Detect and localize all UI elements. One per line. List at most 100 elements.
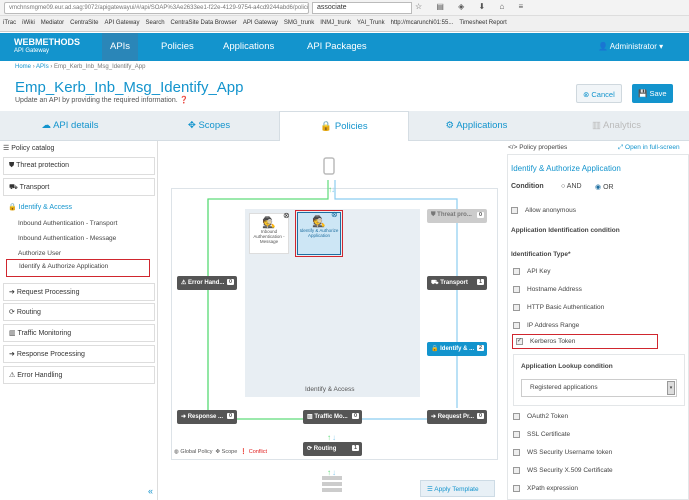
collapse-icon[interactable]: «: [148, 486, 153, 496]
tab-label: API details: [53, 120, 99, 131]
checkbox[interactable]: [513, 467, 520, 474]
browser-search-input[interactable]: associate: [312, 2, 412, 14]
id-type-api-key[interactable]: API Key: [513, 268, 550, 275]
catalog-error-handling[interactable]: ⚠ Error Handling: [3, 366, 155, 384]
item-label: Request Processing: [16, 289, 80, 296]
checkbox[interactable]: [513, 413, 520, 420]
tab-label: Scopes: [198, 120, 231, 131]
catalog-threat-protection[interactable]: ⛊ Threat protection: [3, 157, 155, 175]
tab-scopes[interactable]: ✥ Scopes: [140, 111, 278, 141]
svg-text:↓: ↓: [332, 468, 336, 477]
checkbox-checked[interactable]: ✓: [516, 338, 523, 345]
bookmark[interactable]: CentraSite Data Browser: [171, 20, 237, 26]
bookmark[interactable]: Mediator: [41, 20, 64, 26]
checkbox[interactable]: [513, 286, 520, 293]
fullscreen-link[interactable]: ⤢ Open in full-screen: [618, 144, 680, 152]
save-label: Save: [649, 89, 667, 98]
apply-template-button[interactable]: ☰ Apply Template: [420, 480, 495, 497]
checkbox[interactable]: [513, 449, 520, 456]
allow-anonymous-checkbox[interactable]: Allow anonymous: [511, 207, 576, 214]
tab-applications[interactable]: ⚙ Applications: [409, 111, 544, 141]
checkbox[interactable]: [513, 431, 520, 438]
catalog-traffic-monitoring[interactable]: ▥ Traffic Monitoring: [3, 324, 155, 342]
stage-transport[interactable]: ⛟ Transport 1: [427, 276, 487, 290]
id-type-ip-range[interactable]: IP Address Range: [513, 322, 579, 329]
bookmark[interactable]: INMJ_trunk: [320, 20, 351, 26]
save-button[interactable]: 💾 Save: [632, 84, 673, 103]
checkbox[interactable]: [513, 485, 520, 492]
tab-policies[interactable]: 🔒 Policies: [279, 111, 409, 141]
stage-error-handling[interactable]: ⚠ Error Hand... 0: [177, 276, 237, 290]
id-type-http-basic[interactable]: HTTP Basic Authentication: [513, 304, 604, 311]
id-type-ws-username[interactable]: WS Security Username token: [513, 449, 612, 456]
nav-policies[interactable]: Policies: [153, 33, 202, 61]
tab-analytics[interactable]: ▥ Analytics: [544, 111, 689, 141]
svg-text:↑: ↑: [327, 468, 331, 477]
lookup-label: Application Lookup condition: [521, 363, 613, 370]
tab-label: Applications: [456, 120, 508, 131]
breadcrumb-apis[interactable]: APIs: [36, 64, 49, 70]
chevron-down-icon[interactable]: ▾: [667, 381, 675, 395]
id-type-xpath[interactable]: XPath expression: [513, 485, 578, 492]
chart-icon: ▥: [591, 120, 601, 131]
stage-request-processing[interactable]: ➔ Request Pr... 0: [427, 410, 487, 424]
bookmark[interactable]: CentraSite: [70, 20, 98, 26]
checkbox[interactable]: [513, 322, 520, 329]
bookmark[interactable]: iWiki: [22, 20, 35, 26]
stage-label: Identify & Access: [305, 386, 355, 393]
help-icon[interactable]: ❓: [180, 97, 189, 104]
user-menu[interactable]: 👤 Administrator ▾: [590, 33, 671, 61]
catalog-transport[interactable]: ⛟ Transport: [3, 178, 155, 196]
condition-or-radio[interactable]: ◉ OR: [595, 183, 614, 191]
catalog-request-processing[interactable]: ➔ Request Processing: [3, 283, 155, 301]
stage-identify-access[interactable]: 🔒 Identify & ... 2: [427, 342, 487, 356]
nav-apis[interactable]: APIs: [102, 33, 139, 61]
id-type-oauth2[interactable]: OAuth2 Token: [513, 413, 568, 420]
policy-catalog: ☰ Policy catalog ⛊ Threat protection ⛟ T…: [0, 141, 158, 500]
id-type-ssl[interactable]: SSL Certificate: [513, 431, 570, 438]
url-bar[interactable]: vmchnsmgme09.eur.ad.sag:9072/apigatewayu…: [4, 2, 309, 14]
nav-applications[interactable]: Applications: [215, 33, 282, 61]
stage-traffic-monitoring[interactable]: ▥ Traffic Mo... 0: [303, 410, 362, 424]
remove-icon[interactable]: ⊗: [331, 210, 338, 219]
lookup-select[interactable]: Registered applications ▾: [521, 379, 677, 397]
checkbox[interactable]: [513, 304, 520, 311]
bookmark[interactable]: iTrac: [3, 20, 16, 26]
catalog-sub-item[interactable]: Inbound Authentication - Transport: [18, 220, 117, 227]
catalog-identify-access[interactable]: 🔒 Identify & Access: [3, 199, 155, 217]
stage-routing[interactable]: ⟳ Routing 1: [303, 442, 362, 456]
node-label: Response ...: [187, 414, 224, 420]
stage-response-processing[interactable]: ➜ Response ... 0: [177, 410, 237, 424]
breadcrumb-home[interactable]: Home: [15, 64, 31, 70]
id-type-hostname[interactable]: Hostname Address: [513, 286, 582, 293]
bookmark[interactable]: YAI_Trunk: [357, 20, 385, 26]
logo[interactable]: WEBMETHODS API Gateway: [14, 38, 80, 56]
nav-api-packages[interactable]: API Packages: [299, 33, 375, 61]
bookmark[interactable]: http://mcarunchi01:55...: [391, 20, 454, 26]
checkbox-label: Kerberos Token: [530, 338, 576, 346]
catalog-sub-item[interactable]: Authorize User: [18, 250, 61, 257]
bookmark[interactable]: API Gateway: [105, 20, 140, 26]
bookmark[interactable]: Timesheet Report: [459, 20, 506, 26]
checkbox[interactable]: [511, 207, 518, 214]
item-label: Threat protection: [16, 162, 69, 169]
breadcrumb: Home › APIs › Emp_Kerb_Inb_Msg_Identify_…: [15, 64, 146, 70]
catalog-sub-item-selected[interactable]: Identify & Authorize Application: [6, 259, 150, 277]
remove-icon[interactable]: ⊗: [283, 211, 290, 220]
condition-and-radio[interactable]: ○ AND: [561, 183, 582, 190]
catalog-response-processing[interactable]: ➜ Response Processing: [3, 345, 155, 363]
catalog-sub-item[interactable]: Inbound Authentication - Message: [18, 235, 116, 242]
tab-api-details[interactable]: ☁ API details: [0, 111, 140, 141]
stage-threat-protection[interactable]: ⛊ Threat pro... 0: [427, 209, 487, 223]
browser-toolbar-icons[interactable]: ☆ ▤ ◈ ⬇ ⌂ ≡: [415, 2, 529, 11]
id-type-kerberos[interactable]: ✓ Kerberos Token: [512, 334, 658, 349]
cancel-button[interactable]: ⊗ Cancel: [576, 84, 622, 103]
id-type-ws-x509[interactable]: WS Security X.509 Certificate: [513, 467, 613, 474]
catalog-routing[interactable]: ⟳ Routing: [3, 303, 155, 321]
scope-icon: ✥: [215, 449, 221, 455]
checkbox[interactable]: [513, 268, 520, 275]
bookmark[interactable]: SMG_trunk: [284, 20, 314, 26]
bookmark[interactable]: API Gateway: [243, 20, 278, 26]
lock-icon: 🔒: [320, 121, 333, 132]
bookmark[interactable]: Search: [146, 20, 165, 26]
